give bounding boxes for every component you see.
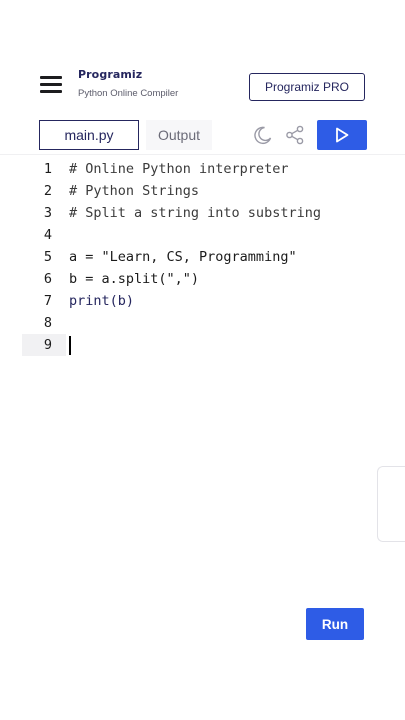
code-text: a = "Learn, CS, Programming": [69, 249, 297, 265]
code-text: # Online Python interpreter: [69, 161, 289, 177]
tab-output[interactable]: Output: [146, 120, 212, 150]
run-icon-button[interactable]: [317, 120, 367, 150]
code-line: 2 # Python Strings: [0, 180, 405, 202]
code-line: 3 # Split a string into substring: [0, 202, 405, 224]
code-line: 6 b = a.split(","): [0, 268, 405, 290]
code-line: 7 print(b): [0, 290, 405, 312]
menu-icon[interactable]: [40, 74, 62, 93]
logo[interactable]: Programiz Python Online Compiler: [78, 68, 178, 99]
code-line: 1 # Online Python interpreter: [0, 158, 405, 180]
line-number: 2: [43, 183, 52, 199]
line-number: 7: [43, 293, 52, 309]
line-number: 6: [43, 271, 52, 287]
code-text: [69, 335, 71, 355]
logo-name: Programiz: [78, 68, 143, 81]
code-editor[interactable]: 1 # Online Python interpreter 2 # Python…: [0, 158, 405, 356]
code-text: # Python Strings: [69, 183, 200, 199]
line-number: 3: [43, 205, 52, 221]
moon-icon[interactable]: [252, 124, 274, 146]
editor-toolbar: main.py Output: [0, 118, 405, 155]
code-text: # Split a string into substring: [69, 205, 321, 221]
side-drawer-handle[interactable]: [377, 466, 405, 542]
code-line: 8: [0, 312, 405, 334]
line-number: 4: [43, 227, 52, 243]
tab-main-py[interactable]: main.py: [39, 120, 139, 150]
line-number: 1: [43, 161, 52, 177]
line-number: 8: [43, 315, 52, 331]
code-line: 5 a = "Learn, CS, Programming": [0, 246, 405, 268]
line-number: 5: [43, 249, 52, 265]
logo-subtitle: Python Online Compiler: [78, 88, 179, 99]
code-line: 4: [0, 224, 405, 246]
line-number: 9: [43, 337, 52, 353]
run-button[interactable]: Run: [306, 608, 364, 640]
programiz-pro-button[interactable]: Programiz PRO: [249, 73, 365, 101]
header: Programiz Python Online Compiler Program…: [0, 62, 405, 112]
code-text: b = a.split(","): [69, 271, 200, 287]
play-icon: [336, 127, 349, 143]
text-cursor: [69, 335, 71, 355]
share-icon[interactable]: [284, 124, 306, 146]
code-line-current: 9: [0, 334, 405, 356]
code-text: print(b): [69, 293, 135, 309]
